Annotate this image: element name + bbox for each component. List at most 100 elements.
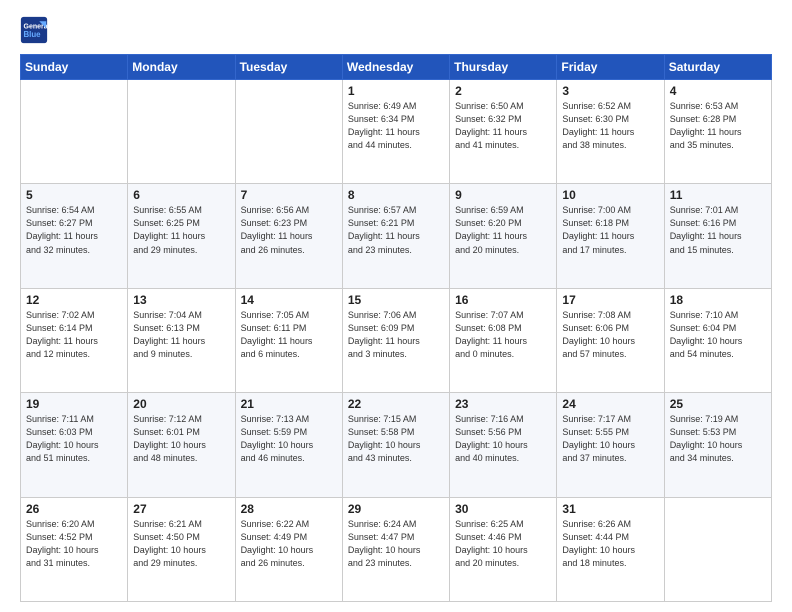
calendar-cell: [128, 80, 235, 184]
day-info: Sunrise: 7:11 AM Sunset: 6:03 PM Dayligh…: [26, 413, 122, 465]
calendar-cell: [235, 80, 342, 184]
day-info: Sunrise: 7:04 AM Sunset: 6:13 PM Dayligh…: [133, 309, 229, 361]
day-info: Sunrise: 7:13 AM Sunset: 5:59 PM Dayligh…: [241, 413, 337, 465]
calendar-cell: 23 Sunrise: 7:16 AM Sunset: 5:56 PM Dayli…: [450, 393, 557, 497]
day-number: 5: [26, 188, 122, 202]
day-number: 1: [348, 84, 444, 98]
day-number: 12: [26, 293, 122, 307]
calendar-cell: 17 Sunrise: 7:08 AM Sunset: 6:06 PM Dayli…: [557, 288, 664, 392]
calendar-cell: 6Sunrise: 6:55 AM Sunset: 6:25 PM Daylig…: [128, 184, 235, 288]
day-number: 15: [348, 293, 444, 307]
calendar-cell: 12 Sunrise: 7:02 AM Sunset: 6:14 PM Dayli…: [21, 288, 128, 392]
day-info: Sunrise: 6:53 AM Sunset: 6:28 PM Dayligh…: [670, 100, 766, 152]
day-info: Sunrise: 6:24 AM Sunset: 4:47 PM Dayligh…: [348, 518, 444, 570]
day-info: Sunrise: 6:55 AM Sunset: 6:25 PM Dayligh…: [133, 204, 229, 256]
calendar-cell: 4 Sunrise: 6:53 AM Sunset: 6:28 PM Daylig…: [664, 80, 771, 184]
day-number: 21: [241, 397, 337, 411]
day-info: Sunrise: 7:06 AM Sunset: 6:09 PM Dayligh…: [348, 309, 444, 361]
calendar-cell: 19 Sunrise: 7:11 AM Sunset: 6:03 PM Dayli…: [21, 393, 128, 497]
calendar-cell: 26 Sunrise: 6:20 AM Sunset: 4:52 PM Dayli…: [21, 497, 128, 601]
day-number: 2: [455, 84, 551, 98]
day-number: 31: [562, 502, 658, 516]
day-number: 14: [241, 293, 337, 307]
day-info: Sunrise: 6:54 AM Sunset: 6:27 PM Dayligh…: [26, 204, 122, 256]
day-info: Sunrise: 7:00 AM Sunset: 6:18 PM Dayligh…: [562, 204, 658, 256]
calendar-cell: 29 Sunrise: 6:24 AM Sunset: 4:47 PM Dayli…: [342, 497, 449, 601]
day-info: Sunrise: 7:10 AM Sunset: 6:04 PM Dayligh…: [670, 309, 766, 361]
day-number: 19: [26, 397, 122, 411]
calendar-cell: 22 Sunrise: 7:15 AM Sunset: 5:58 PM Dayli…: [342, 393, 449, 497]
logo-icon: General Blue: [20, 16, 48, 44]
day-header-friday: Friday: [557, 55, 664, 80]
day-info: Sunrise: 6:49 AM Sunset: 6:34 PM Dayligh…: [348, 100, 444, 152]
week-row-2: 5 Sunrise: 6:54 AM Sunset: 6:27 PM Daylig…: [21, 184, 772, 288]
calendar-cell: 10 Sunrise: 7:00 AM Sunset: 6:18 PM Dayli…: [557, 184, 664, 288]
day-number: 11: [670, 188, 766, 202]
calendar-cell: 28Sunrise: 6:22 AM Sunset: 4:49 PM Dayli…: [235, 497, 342, 601]
day-info: Sunrise: 7:05 AM Sunset: 6:11 PM Dayligh…: [241, 309, 337, 361]
calendar-cell: 25 Sunrise: 7:19 AM Sunset: 5:53 PM Dayli…: [664, 393, 771, 497]
day-number: 29: [348, 502, 444, 516]
calendar-cell: 31Sunrise: 6:26 AM Sunset: 4:44 PM Dayli…: [557, 497, 664, 601]
day-info: Sunrise: 7:15 AM Sunset: 5:58 PM Dayligh…: [348, 413, 444, 465]
day-header-thursday: Thursday: [450, 55, 557, 80]
day-header-monday: Monday: [128, 55, 235, 80]
calendar-cell: 11 Sunrise: 7:01 AM Sunset: 6:16 PM Dayli…: [664, 184, 771, 288]
week-row-5: 26 Sunrise: 6:20 AM Sunset: 4:52 PM Dayli…: [21, 497, 772, 601]
day-number: 30: [455, 502, 551, 516]
calendar-cell: 13 Sunrise: 7:04 AM Sunset: 6:13 PM Dayli…: [128, 288, 235, 392]
day-info: Sunrise: 7:02 AM Sunset: 6:14 PM Dayligh…: [26, 309, 122, 361]
calendar-cell: 30 Sunrise: 6:25 AM Sunset: 4:46 PM Dayli…: [450, 497, 557, 601]
day-number: 25: [670, 397, 766, 411]
day-number: 9: [455, 188, 551, 202]
calendar-cell: 1 Sunrise: 6:49 AM Sunset: 6:34 PM Daylig…: [342, 80, 449, 184]
calendar-cell: 24Sunrise: 7:17 AM Sunset: 5:55 PM Dayli…: [557, 393, 664, 497]
day-info: Sunrise: 6:22 AM Sunset: 4:49 PM Dayligh…: [241, 518, 337, 570]
day-number: 18: [670, 293, 766, 307]
day-info: Sunrise: 6:21 AM Sunset: 4:50 PM Dayligh…: [133, 518, 229, 570]
week-row-3: 12 Sunrise: 7:02 AM Sunset: 6:14 PM Dayli…: [21, 288, 772, 392]
day-number: 3: [562, 84, 658, 98]
calendar-cell: 9Sunrise: 6:59 AM Sunset: 6:20 PM Daylig…: [450, 184, 557, 288]
day-number: 23: [455, 397, 551, 411]
day-number: 17: [562, 293, 658, 307]
calendar-cell: 21 Sunrise: 7:13 AM Sunset: 5:59 PM Dayli…: [235, 393, 342, 497]
day-info: Sunrise: 7:01 AM Sunset: 6:16 PM Dayligh…: [670, 204, 766, 256]
day-info: Sunrise: 6:50 AM Sunset: 6:32 PM Dayligh…: [455, 100, 551, 152]
day-number: 13: [133, 293, 229, 307]
header-row: SundayMondayTuesdayWednesdayThursdayFrid…: [21, 55, 772, 80]
day-info: Sunrise: 6:25 AM Sunset: 4:46 PM Dayligh…: [455, 518, 551, 570]
day-header-sunday: Sunday: [21, 55, 128, 80]
page: General Blue SundayMondayTuesdayWednesda…: [0, 0, 792, 612]
day-info: Sunrise: 6:20 AM Sunset: 4:52 PM Dayligh…: [26, 518, 122, 570]
calendar-cell: 8Sunrise: 6:57 AM Sunset: 6:21 PM Daylig…: [342, 184, 449, 288]
day-number: 4: [670, 84, 766, 98]
calendar-cell: 15 Sunrise: 7:06 AM Sunset: 6:09 PM Dayli…: [342, 288, 449, 392]
svg-text:Blue: Blue: [24, 30, 42, 39]
day-number: 26: [26, 502, 122, 516]
day-info: Sunrise: 7:19 AM Sunset: 5:53 PM Dayligh…: [670, 413, 766, 465]
day-info: Sunrise: 6:52 AM Sunset: 6:30 PM Dayligh…: [562, 100, 658, 152]
calendar-cell: 2 Sunrise: 6:50 AM Sunset: 6:32 PM Daylig…: [450, 80, 557, 184]
calendar-cell: [664, 497, 771, 601]
day-info: Sunrise: 7:08 AM Sunset: 6:06 PM Dayligh…: [562, 309, 658, 361]
day-number: 20: [133, 397, 229, 411]
calendar-cell: 27 Sunrise: 6:21 AM Sunset: 4:50 PM Dayli…: [128, 497, 235, 601]
day-header-wednesday: Wednesday: [342, 55, 449, 80]
calendar-cell: 16Sunrise: 7:07 AM Sunset: 6:08 PM Dayli…: [450, 288, 557, 392]
calendar-cell: 18 Sunrise: 7:10 AM Sunset: 6:04 PM Dayli…: [664, 288, 771, 392]
calendar-table: SundayMondayTuesdayWednesdayThursdayFrid…: [20, 54, 772, 602]
header: General Blue: [20, 16, 772, 44]
calendar-cell: 5 Sunrise: 6:54 AM Sunset: 6:27 PM Daylig…: [21, 184, 128, 288]
day-info: Sunrise: 7:12 AM Sunset: 6:01 PM Dayligh…: [133, 413, 229, 465]
day-number: 22: [348, 397, 444, 411]
day-info: Sunrise: 7:16 AM Sunset: 5:56 PM Dayligh…: [455, 413, 551, 465]
day-number: 24: [562, 397, 658, 411]
calendar-cell: 20 Sunrise: 7:12 AM Sunset: 6:01 PM Dayli…: [128, 393, 235, 497]
day-header-tuesday: Tuesday: [235, 55, 342, 80]
day-info: Sunrise: 6:57 AM Sunset: 6:21 PM Dayligh…: [348, 204, 444, 256]
day-number: 10: [562, 188, 658, 202]
calendar-cell: 7Sunrise: 6:56 AM Sunset: 6:23 PM Daylig…: [235, 184, 342, 288]
calendar-cell: 14 Sunrise: 7:05 AM Sunset: 6:11 PM Dayli…: [235, 288, 342, 392]
day-number: 27: [133, 502, 229, 516]
